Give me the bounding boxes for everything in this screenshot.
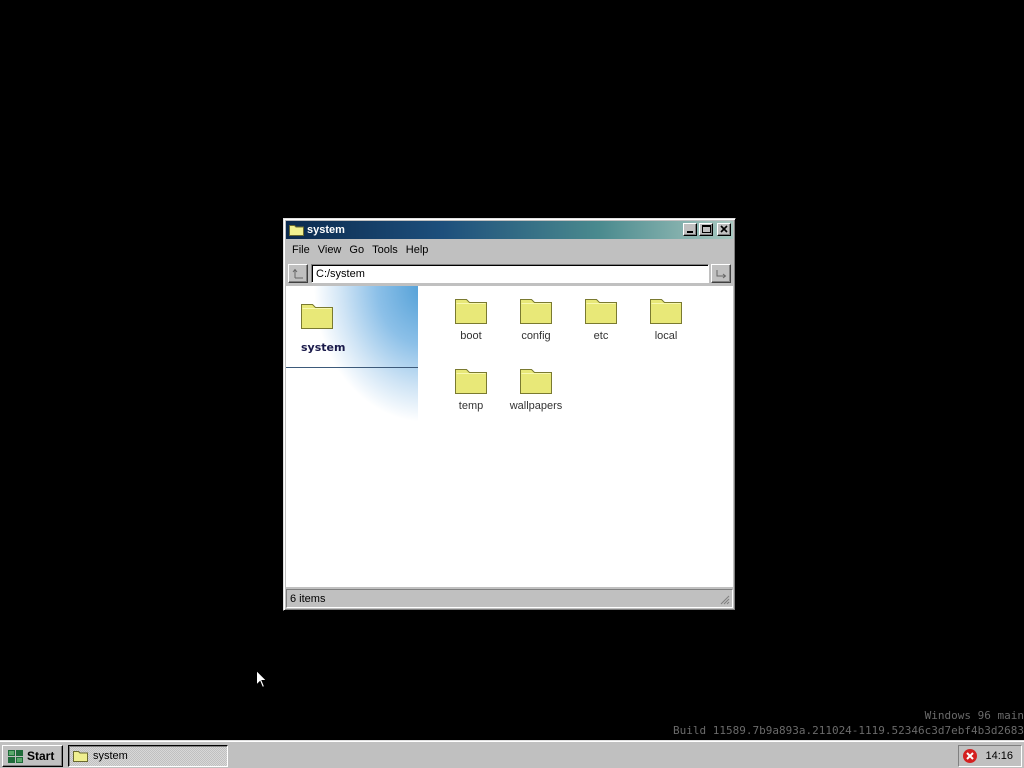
minimize-button[interactable]	[683, 223, 697, 236]
system-tray: 14:16	[958, 745, 1022, 767]
folder-item-etc[interactable]: etc	[571, 296, 631, 342]
folder-item-local[interactable]: local	[636, 296, 696, 342]
sidebar-panel: system	[286, 286, 418, 587]
taskbar-window-button[interactable]: system	[68, 745, 228, 767]
folder-icon	[73, 751, 88, 762]
resize-grip-icon[interactable]	[720, 595, 730, 605]
folder-label: config	[521, 330, 551, 342]
maximize-icon	[702, 225, 711, 233]
minimize-icon	[687, 231, 693, 233]
up-button[interactable]	[288, 264, 308, 283]
go-button[interactable]	[711, 264, 731, 283]
up-arrow-icon	[292, 268, 303, 279]
window-title: system	[307, 224, 345, 236]
address-input[interactable]	[311, 264, 709, 283]
explorer-window: system FileViewGoToolsHelp system	[283, 218, 736, 611]
maximize-button[interactable]	[699, 223, 713, 236]
close-button[interactable]	[717, 223, 731, 236]
taskbar: Start system 14:16	[0, 740, 1024, 768]
folder-item-wallpapers[interactable]: wallpapers	[506, 366, 566, 412]
taskbar-window-label: system	[93, 750, 128, 762]
status-bar: 6 items	[286, 589, 733, 608]
menu-help[interactable]: Help	[402, 242, 433, 258]
start-label: Start	[27, 749, 55, 763]
folder-label: wallpapers	[509, 400, 563, 412]
go-arrow-icon	[716, 270, 727, 279]
title-bar[interactable]: system	[286, 221, 733, 239]
folder-item-temp[interactable]: temp	[441, 366, 501, 412]
menu-go[interactable]: Go	[345, 242, 368, 258]
menu-tools[interactable]: Tools	[368, 242, 402, 258]
start-button[interactable]: Start	[2, 745, 63, 767]
folder-icon	[289, 225, 304, 236]
file-view[interactable]: system boot config etc local temp wallpa…	[286, 286, 733, 587]
sidebar-divider	[286, 367, 418, 368]
folder-item-boot[interactable]: boot	[441, 296, 501, 342]
folder-label: local	[654, 330, 678, 342]
watermark-line-1: Windows 96 main	[924, 709, 1024, 722]
folder-icon	[301, 304, 333, 329]
folder-icon	[520, 369, 552, 394]
folder-label: boot	[460, 330, 482, 342]
close-icon	[720, 225, 728, 233]
sidebar-folder-name: system	[301, 341, 346, 354]
error-icon[interactable]	[962, 748, 978, 764]
folder-icon	[650, 299, 682, 324]
folder-icon	[585, 299, 617, 324]
menu-file[interactable]: File	[288, 242, 314, 258]
watermark-line-2: Build 11589.7b9a893a.211024-1119.52346c3…	[673, 724, 1024, 737]
windows-logo-icon	[8, 750, 23, 763]
folder-icon	[520, 299, 552, 324]
clock[interactable]: 14:16	[985, 750, 1013, 762]
folder-label: etc	[593, 330, 609, 342]
menu-view[interactable]: View	[314, 242, 346, 258]
menu-bar: File View Go Tools Help	[288, 242, 432, 260]
build-watermark: Windows 96 main Build 11589.7b9a893a.211…	[673, 708, 1024, 738]
folder-icon	[455, 369, 487, 394]
folder-item-config[interactable]: config	[506, 296, 566, 342]
folder-icon	[455, 299, 487, 324]
status-text: 6 items	[290, 593, 326, 605]
folder-label: temp	[458, 400, 484, 412]
mouse-cursor-icon	[256, 670, 268, 689]
